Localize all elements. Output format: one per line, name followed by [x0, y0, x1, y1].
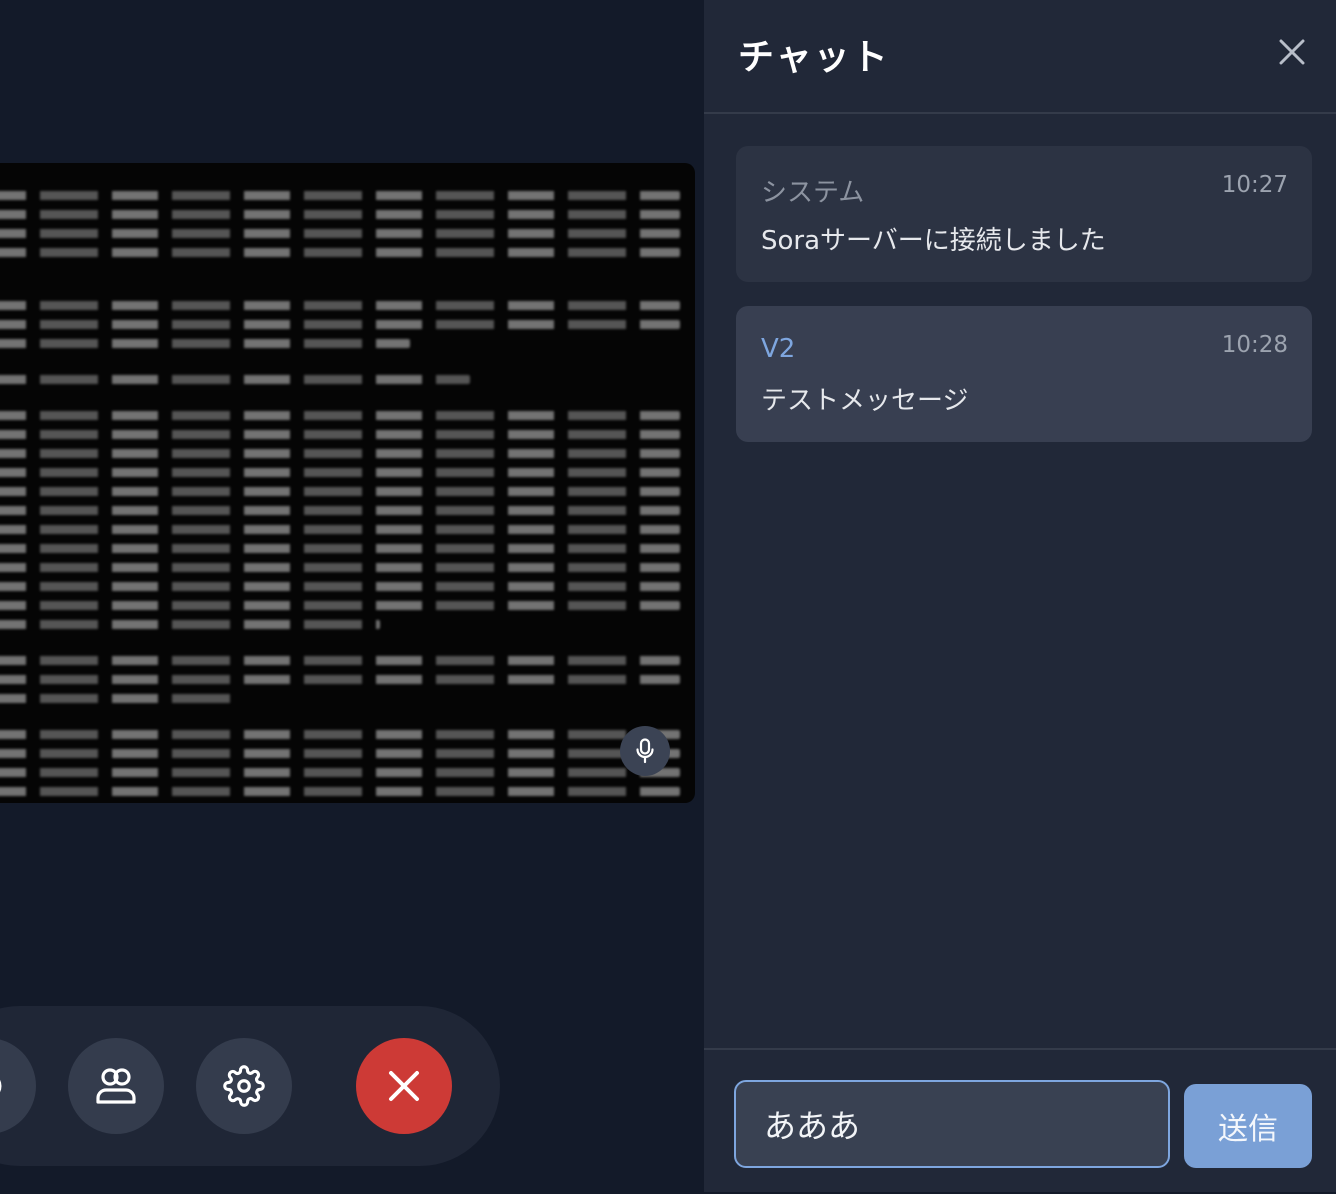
chat-message-user: V2 10:28 テストメッセージ [736, 306, 1312, 442]
chat-panel: チャット システム 10:27 Soraサーバーに接続しました V2 10:28… [704, 0, 1336, 1192]
microphone-icon [636, 738, 654, 764]
message-text: Soraサーバーに接続しました [761, 226, 1106, 256]
close-icon [1279, 39, 1305, 65]
chat-message-input[interactable] [734, 1080, 1170, 1168]
chat-message-system: システム 10:27 Soraサーバーに接続しました [736, 146, 1312, 282]
send-button[interactable]: 送信 [1184, 1084, 1312, 1168]
chat-header: チャット [704, 0, 1336, 114]
close-chat-button[interactable] [1274, 34, 1310, 70]
settings-button[interactable] [196, 1038, 292, 1134]
message-time: 10:27 [1221, 172, 1288, 198]
message-sender: システム [761, 178, 865, 208]
message-sender: V2 [761, 334, 796, 364]
video-tile[interactable] [0, 163, 695, 803]
end-call-button[interactable] [356, 1038, 452, 1134]
participants-button[interactable] [68, 1038, 164, 1134]
gear-icon [223, 1065, 265, 1107]
chat-title: チャット [738, 37, 890, 78]
people-icon [96, 1068, 136, 1104]
chat-composer: 送信 [704, 1048, 1336, 1194]
camera-icon [0, 1079, 2, 1093]
message-text: テストメッセージ [761, 386, 969, 416]
x-icon [389, 1071, 419, 1101]
video-frame [0, 163, 695, 803]
message-time: 10:28 [1221, 332, 1288, 358]
mic-status-badge[interactable] [620, 726, 670, 776]
video-stage [0, 0, 704, 1192]
